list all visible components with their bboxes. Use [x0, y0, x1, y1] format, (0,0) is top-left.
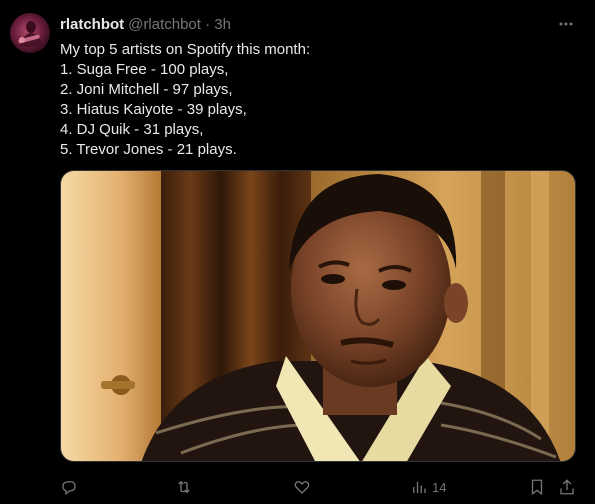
tweet-text-line: My top 5 artists on Spotify this month:: [60, 41, 311, 58]
more-icon: [559, 22, 573, 26]
tweet-text-line: 5. Trevor Jones - 21 plays.: [60, 141, 237, 158]
like-button[interactable]: [293, 474, 311, 500]
timestamp[interactable]: 3h: [214, 16, 231, 33]
views-count: 14: [432, 479, 447, 495]
reply-icon: [62, 481, 76, 496]
tweet-text-line: 4. DJ Quik - 31 plays,: [60, 121, 204, 138]
tweet-photo[interactable]: [60, 170, 576, 462]
bookmark-button[interactable]: [528, 474, 546, 500]
handle[interactable]: @rlatchbot: [128, 16, 201, 33]
display-name[interactable]: rlatchbot: [60, 16, 124, 33]
more-options-button[interactable]: [556, 14, 576, 34]
reply-button[interactable]: [60, 474, 78, 500]
separator-dot: ·: [205, 16, 211, 33]
retweet-icon: [178, 480, 190, 494]
avatar[interactable]: [10, 13, 50, 53]
views-button[interactable]: 14: [410, 474, 446, 500]
tweet-text-line: 3. Hiatus Kaiyote - 39 plays,: [60, 101, 247, 118]
tweet: rlatchbot @rlatchbot · 3h My top 5 artist…: [0, 0, 595, 504]
bookmark-icon: [531, 479, 543, 496]
views-icon: [413, 481, 426, 493]
like-icon: [294, 480, 310, 494]
tweet-text: My top 5 artists on Spotify this month: …: [60, 40, 310, 160]
tweet-header: rlatchbot @rlatchbot · 3h: [60, 16, 231, 34]
tweet-text-line: 1. Suga Free - 100 plays,: [60, 61, 229, 78]
tweet-text-line: 2. Joni Mitchell - 97 plays,: [60, 81, 233, 98]
tweet-actions-bar: 14: [0, 474, 595, 500]
share-icon: [560, 479, 574, 495]
photo-image: [61, 171, 575, 461]
retweet-button[interactable]: [175, 474, 193, 500]
share-button[interactable]: [558, 474, 576, 500]
